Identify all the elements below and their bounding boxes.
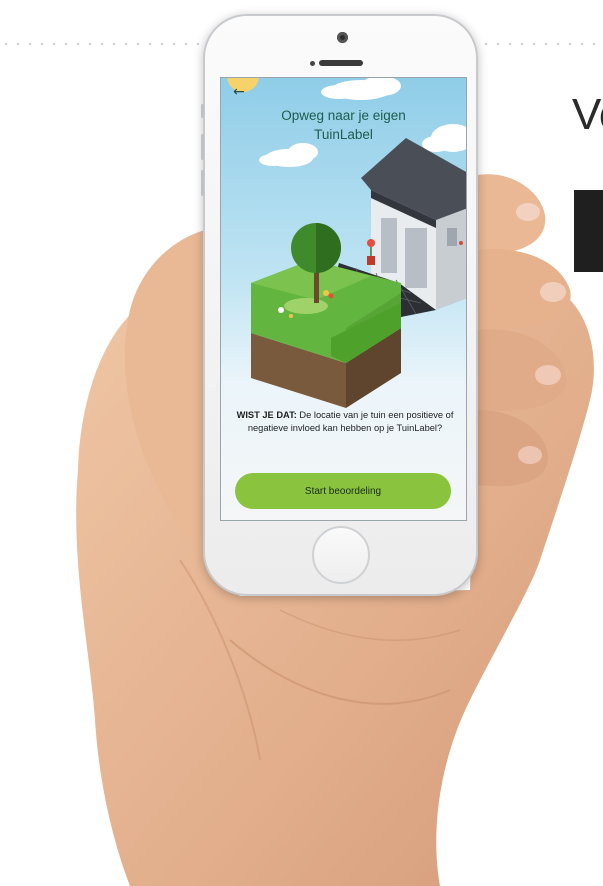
phone-frame: ← Opweg naar je eigen TuinLabel WIST JE … — [201, 14, 478, 596]
volume-button — [201, 104, 204, 118]
proximity-sensor — [310, 61, 315, 66]
page-title: Opweg naar je eigen TuinLabel — [281, 108, 406, 142]
app-screen: ← Opweg naar je eigen TuinLabel WIST JE … — [220, 77, 467, 521]
earpiece-speaker — [319, 60, 363, 66]
volume-button — [201, 170, 204, 196]
front-camera — [337, 32, 348, 43]
fact-text: WIST JE DAT: De locatie van je tuin een … — [231, 409, 459, 435]
volume-button — [201, 134, 204, 160]
flower-pot-icon — [367, 256, 375, 265]
cloud-icon — [422, 124, 466, 152]
cloud-icon — [259, 143, 318, 167]
cloud-icon — [321, 78, 401, 100]
start-assessment-button[interactable]: Start beoordeling — [235, 473, 451, 509]
back-arrow-icon[interactable]: ← — [233, 84, 245, 100]
home-button[interactable] — [312, 526, 370, 584]
fact-label: WIST JE DAT: — [236, 410, 297, 420]
